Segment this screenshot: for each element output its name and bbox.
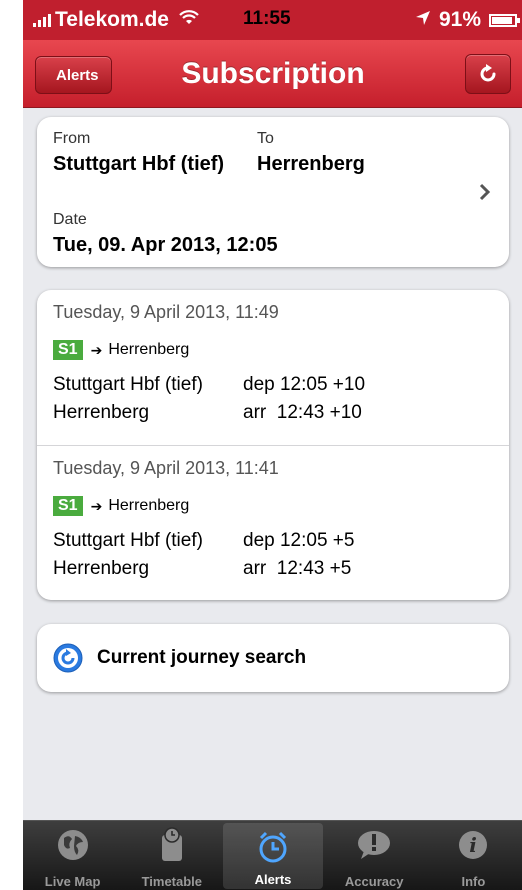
tab-info[interactable]: i Info [424, 821, 522, 890]
tab-label: Alerts [254, 872, 292, 887]
chevron-right-icon [479, 183, 491, 206]
from-label: From [53, 130, 91, 147]
to-label: To [257, 130, 274, 147]
wifi-icon [179, 9, 199, 31]
tab-label: Timetable [141, 874, 203, 889]
direction-arrow-icon: ➔ [90, 341, 103, 358]
alert-timestamp: Tuesday, 9 April 2013, 11:49 [53, 302, 279, 322]
alert-destination: Herrenberg [108, 341, 190, 358]
refresh-button[interactable] [465, 54, 511, 94]
arrival-stop: Herrenberg [53, 402, 150, 423]
alert-line-row: S1 ➔ Herrenberg [53, 496, 189, 516]
refresh-circle-icon [53, 643, 83, 673]
line-badge: S1 [53, 340, 83, 360]
alert-line-row: S1 ➔ Herrenberg [53, 340, 189, 360]
tab-label: Accuracy [344, 874, 404, 889]
battery-icon [489, 13, 520, 27]
current-journey-search-button[interactable]: Current journey search [37, 624, 509, 692]
alert-item[interactable]: Tuesday, 9 April 2013, 11:49 S1 ➔ Herren… [37, 290, 509, 445]
status-right: 91% [415, 8, 520, 32]
tab-live-map[interactable]: Live Map [23, 821, 122, 890]
status-bar: Telekom.de 11:55 91% [23, 0, 522, 40]
page-title: Subscription [181, 57, 365, 90]
tab-alerts[interactable]: Alerts [223, 823, 323, 889]
alerts-list-card: Tuesday, 9 April 2013, 11:49 S1 ➔ Herren… [37, 290, 509, 600]
svg-text:i: i [470, 833, 478, 857]
globe-icon [55, 827, 91, 863]
line-badge: S1 [53, 496, 83, 516]
carrier-info: Telekom.de [33, 8, 199, 32]
tab-timetable[interactable]: Timetable [122, 821, 221, 890]
back-button[interactable]: Alerts [35, 56, 112, 94]
alarm-clock-icon [255, 829, 291, 865]
to-value: Herrenberg [257, 153, 365, 175]
current-journey-search-label: Current journey search [97, 647, 307, 668]
info-icon: i [455, 827, 491, 863]
battery-percent: 91% [438, 8, 481, 31]
speech-bubble-exclamation-icon [356, 827, 392, 863]
arrival-time: arr 12:43 +5 [243, 558, 352, 579]
from-value: Stuttgart Hbf (tief) [53, 153, 225, 175]
back-button-label: Alerts [56, 67, 99, 84]
subscription-route-card[interactable]: From To Stuttgart Hbf (tief) Herrenberg … [37, 117, 509, 267]
refresh-icon [480, 64, 496, 82]
alert-timestamp: Tuesday, 9 April 2013, 11:41 [53, 458, 279, 478]
tab-bar: Live Map Timetable Alerts Accuracy i Inf… [23, 820, 522, 890]
timetable-icon [154, 827, 190, 863]
date-label: Date [53, 211, 87, 228]
departure-time: dep 12:05 +10 [243, 374, 366, 395]
departure-time: dep 12:05 +5 [243, 530, 355, 551]
tab-label: Info [461, 874, 486, 889]
arrival-stop: Herrenberg [53, 558, 150, 579]
status-time: 11:55 [243, 8, 291, 29]
date-value: Tue, 09. Apr 2013, 12:05 [53, 234, 278, 256]
location-arrow-icon [415, 8, 431, 32]
signal-strength-icon [33, 13, 51, 27]
carrier-name: Telekom.de [55, 8, 169, 31]
departure-stop: Stuttgart Hbf (tief) [53, 530, 203, 551]
arrival-time: arr 12:43 +10 [243, 402, 362, 423]
alert-item[interactable]: Tuesday, 9 April 2013, 11:41 S1 ➔ Herren… [37, 445, 509, 600]
tab-label: Live Map [44, 874, 101, 889]
tab-accuracy[interactable]: Accuracy [325, 821, 424, 890]
navigation-bar: Alerts Subscription [23, 40, 522, 108]
battery-fill [492, 16, 512, 24]
phone-screen: Telekom.de 11:55 91% Alerts Subscription [23, 0, 522, 890]
departure-stop: Stuttgart Hbf (tief) [53, 374, 203, 395]
direction-arrow-icon: ➔ [90, 497, 103, 514]
alert-destination: Herrenberg [108, 497, 190, 514]
